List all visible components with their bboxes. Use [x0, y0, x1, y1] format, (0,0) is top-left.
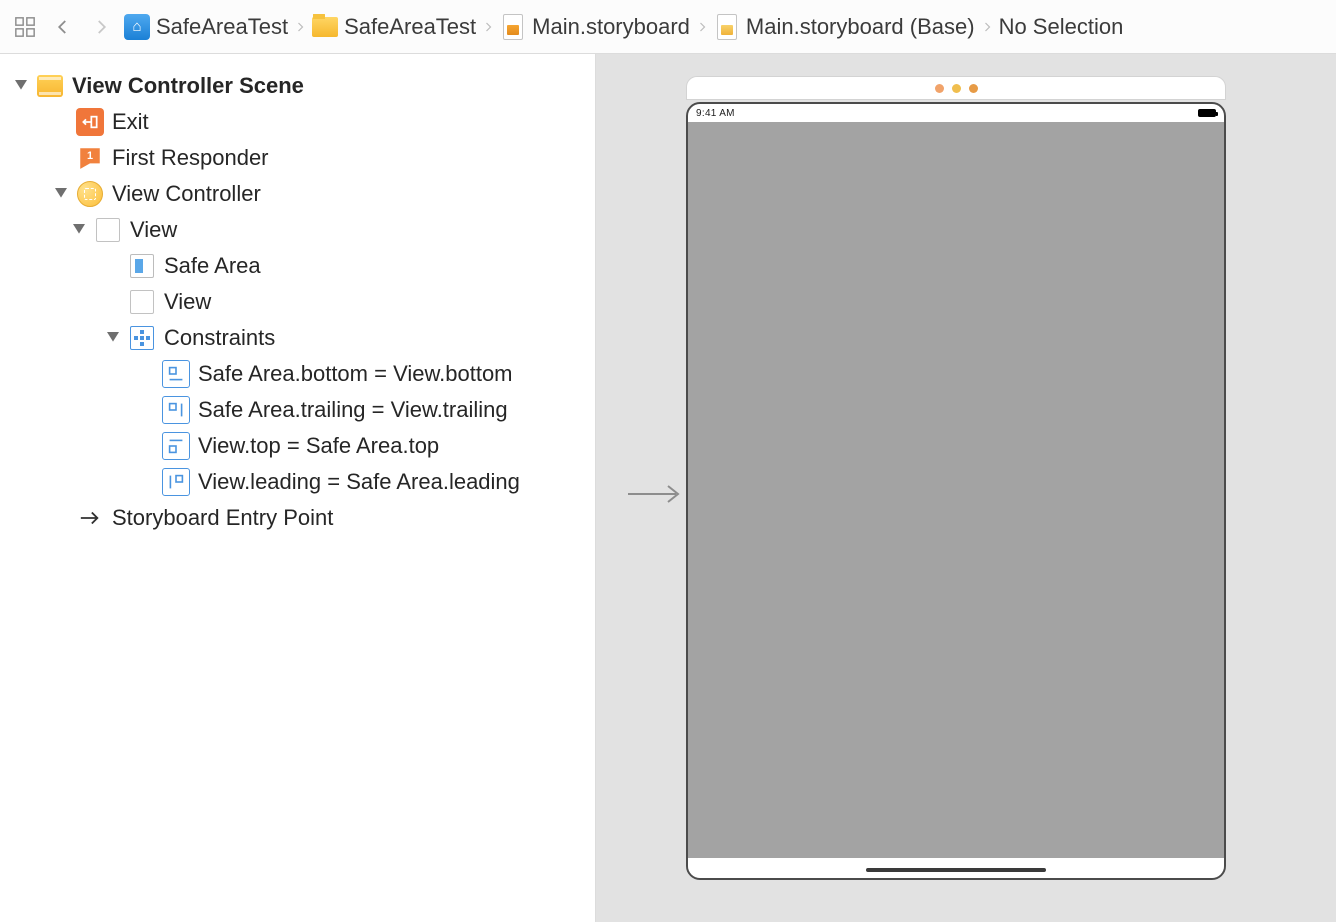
entry-point-arrow-icon[interactable]	[628, 482, 684, 512]
related-items-button[interactable]	[10, 12, 40, 42]
folder-icon	[312, 14, 338, 40]
scene-dot-icon	[969, 84, 978, 93]
outline-label: View Controller Scene	[72, 73, 304, 99]
outline-label: View.top = Safe Area.top	[198, 433, 439, 459]
disclosure-triangle-icon[interactable]	[14, 79, 28, 93]
status-bar: 9:41 AM	[688, 104, 1224, 122]
ib-canvas[interactable]: 9:41 AM	[596, 54, 1336, 922]
outline-row-view-controller[interactable]: View Controller	[0, 176, 595, 212]
outline-label: Exit	[112, 109, 149, 135]
outline-row-subview[interactable]: View	[0, 284, 595, 320]
editor-toolbar: SafeAreaTest SafeAreaTest Main.storyboar…	[0, 0, 1336, 54]
outline-label: View	[130, 217, 177, 243]
chevron-right-icon	[294, 17, 306, 37]
storyboard-file-icon	[714, 14, 740, 40]
editor-main: View Controller Scene Exit 1 First Respo…	[0, 54, 1336, 922]
constraint-bottom-icon	[162, 360, 190, 388]
outline-row-constraints[interactable]: Constraints	[0, 320, 595, 356]
home-indicator-icon	[866, 868, 1046, 872]
outline-row-constraint-trailing[interactable]: Safe Area.trailing = View.trailing	[0, 392, 595, 428]
view-icon	[128, 288, 156, 316]
outline-label: Safe Area	[164, 253, 261, 279]
scene-dot-icon	[935, 84, 944, 93]
breadcrumb-label: No Selection	[999, 14, 1124, 40]
constraints-group-icon	[128, 324, 156, 352]
breadcrumb-label: Main.storyboard	[532, 14, 690, 40]
first-responder-icon: 1	[76, 144, 104, 172]
disclosure-triangle-icon[interactable]	[106, 331, 120, 345]
entry-point-arrow-icon	[76, 504, 104, 532]
outline-row-constraint-bottom[interactable]: Safe Area.bottom = View.bottom	[0, 356, 595, 392]
constraint-trailing-icon	[162, 396, 190, 424]
scene-icon	[36, 72, 64, 100]
breadcrumb-label: SafeAreaTest	[156, 14, 288, 40]
chevron-right-icon	[696, 17, 708, 37]
breadcrumb-item-file[interactable]: Main.storyboard	[500, 14, 690, 40]
outline-label: View.leading = Safe Area.leading	[198, 469, 520, 495]
nav-forward-button[interactable]	[86, 12, 116, 42]
exit-icon	[76, 108, 104, 136]
breadcrumb-item-selection[interactable]: No Selection	[999, 14, 1124, 40]
breadcrumb-item-group[interactable]: SafeAreaTest	[312, 14, 476, 40]
status-time: 9:41 AM	[696, 108, 735, 119]
outline-row-first-responder[interactable]: 1 First Responder	[0, 140, 595, 176]
outline-row-safe-area[interactable]: Safe Area	[0, 248, 595, 284]
outline-label: Safe Area.bottom = View.bottom	[198, 361, 513, 387]
storyboard-file-icon	[500, 14, 526, 40]
outline-label: First Responder	[112, 145, 269, 171]
outline-row-view[interactable]: View	[0, 212, 595, 248]
outline-label: Constraints	[164, 325, 275, 351]
nav-back-button[interactable]	[48, 12, 78, 42]
breadcrumb-label: SafeAreaTest	[344, 14, 476, 40]
outline-label: View Controller	[112, 181, 261, 207]
chevron-right-icon	[482, 17, 494, 37]
chevron-right-icon	[981, 17, 993, 37]
scene-preview[interactable]: 9:41 AM	[686, 76, 1226, 880]
svg-text:1: 1	[87, 150, 93, 162]
scene-dot-icon	[952, 84, 961, 93]
outline-label: View	[164, 289, 211, 315]
scene-title-bar[interactable]	[686, 76, 1226, 100]
device-frame[interactable]: 9:41 AM	[686, 102, 1226, 880]
constraint-leading-icon	[162, 468, 190, 496]
outline-label: Storyboard Entry Point	[112, 505, 333, 531]
outline-label: Safe Area.trailing = View.trailing	[198, 397, 508, 423]
outline-row-entry-point[interactable]: Storyboard Entry Point	[0, 500, 595, 536]
battery-icon	[1198, 109, 1216, 117]
breadcrumb: SafeAreaTest SafeAreaTest Main.storyboar…	[124, 14, 1326, 40]
outline-row-constraint-top[interactable]: View.top = Safe Area.top	[0, 428, 595, 464]
constraint-top-icon	[162, 432, 190, 460]
safe-area-icon	[128, 252, 156, 280]
app-icon	[124, 14, 150, 40]
breadcrumb-label: Main.storyboard (Base)	[746, 14, 975, 40]
document-outline[interactable]: View Controller Scene Exit 1 First Respo…	[0, 54, 596, 922]
outline-row-scene[interactable]: View Controller Scene	[0, 68, 595, 104]
disclosure-triangle-icon[interactable]	[72, 223, 86, 237]
outline-row-exit[interactable]: Exit	[0, 104, 595, 140]
breadcrumb-item-base[interactable]: Main.storyboard (Base)	[714, 14, 975, 40]
disclosure-triangle-icon[interactable]	[54, 187, 68, 201]
view-icon	[94, 216, 122, 244]
breadcrumb-item-project[interactable]: SafeAreaTest	[124, 14, 288, 40]
view-controller-icon	[76, 180, 104, 208]
outline-row-constraint-leading[interactable]: View.leading = Safe Area.leading	[0, 464, 595, 500]
